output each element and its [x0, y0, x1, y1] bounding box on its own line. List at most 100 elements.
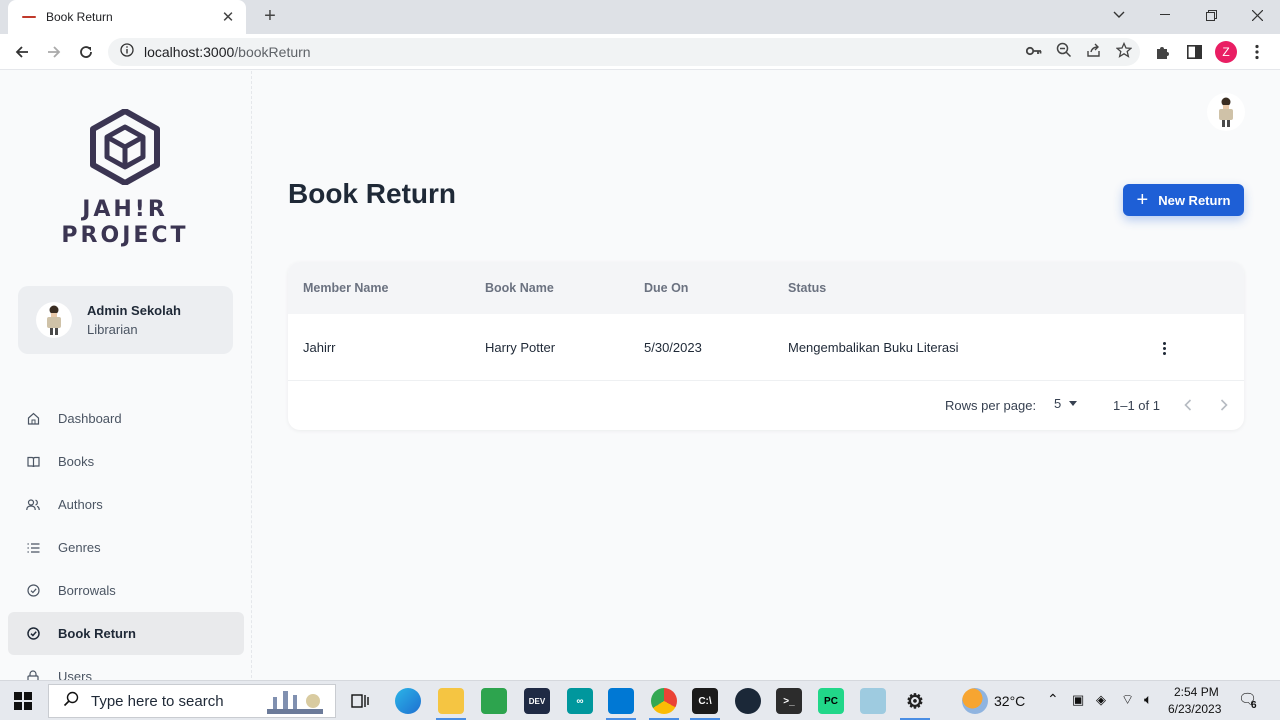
back-button[interactable]	[10, 40, 34, 64]
logo-text-line2: PROJECT	[61, 223, 189, 248]
sidebar-item-book-return[interactable]: Book Return	[8, 612, 244, 655]
browser-tab[interactable]: Book Return ✕	[8, 0, 246, 34]
forward-button[interactable]	[42, 40, 66, 64]
wifi-icon[interactable]: ⌔	[1121, 691, 1134, 709]
notepad-icon[interactable]	[860, 688, 886, 714]
share-icon[interactable]	[1086, 42, 1102, 63]
logo-mark-icon	[90, 109, 160, 185]
key-icon[interactable]	[1025, 43, 1042, 61]
sidebar-item-genres[interactable]: Genres	[8, 526, 244, 569]
sidebar-item-label: Authors	[58, 497, 103, 512]
notification-count: 6	[1251, 700, 1257, 711]
terminal-icon[interactable]: >_	[776, 688, 802, 714]
column-header-book[interactable]: Book Name	[485, 281, 554, 295]
sidebar-item-label: Books	[58, 454, 95, 469]
profile-avatar-button[interactable]: Z	[1214, 40, 1238, 64]
rows-per-page-value: 5	[1054, 396, 1062, 411]
reload-button[interactable]	[74, 40, 98, 64]
money-app-icon[interactable]	[481, 688, 507, 714]
taskbar-search-box[interactable]: Type here to search	[48, 684, 336, 718]
sidebar-item-label: Borrowals	[58, 583, 116, 598]
list-icon	[26, 541, 40, 555]
table-pagination: Rows per page: 5 1–1 of 1	[288, 381, 1244, 429]
clock-date[interactable]: 6/23/2023	[1168, 702, 1221, 716]
sidebar-item-dashboard[interactable]: Dashboard	[8, 397, 244, 440]
row-actions-icon[interactable]	[1150, 338, 1178, 358]
rows-per-page-label: Rows per page:	[945, 398, 1037, 413]
favicon-icon	[22, 14, 36, 20]
extensions-icon[interactable]	[1150, 40, 1174, 64]
sidebar-item-users[interactable]: Users	[8, 655, 244, 683]
chrome-icon[interactable]	[651, 688, 677, 714]
taskbar-search-placeholder: Type here to search	[91, 692, 224, 710]
new-tab-button[interactable]: +	[259, 5, 281, 27]
sidebar-nav: Dashboard Books Authors Genres Borrowals…	[8, 397, 244, 683]
windows-taskbar: Type here to search DEV ∞ C:\ >_ PC ⚙ 32…	[0, 680, 1280, 720]
pycharm-icon[interactable]: PC	[818, 688, 844, 714]
cmd-icon[interactable]: C:\	[692, 688, 718, 714]
url-text: localhost:3000/bookReturn	[144, 44, 311, 60]
app-logo[interactable]: JAH!R PROJECT	[52, 109, 198, 249]
tab-close-icon[interactable]: ✕	[220, 8, 236, 26]
plus-icon: +	[1136, 189, 1149, 211]
edge-browser-icon[interactable]	[395, 688, 421, 714]
zoom-icon[interactable]	[1056, 42, 1072, 63]
new-return-label: New Return	[1158, 192, 1231, 208]
address-bar[interactable]: localhost:3000/bookReturn	[108, 38, 1140, 66]
pagination-range: 1–1 of 1	[1113, 398, 1160, 413]
profile-initial: Z	[1215, 41, 1237, 63]
sidebar-item-label: Book Return	[58, 626, 136, 641]
browser-toolbar: localhost:3000/bookReturn Z	[0, 34, 1280, 70]
vscode-icon[interactable]	[608, 688, 634, 714]
weather-temperature[interactable]: 32°C	[994, 693, 1025, 709]
restore-button[interactable]	[1188, 0, 1234, 30]
tab-search-icon[interactable]	[1096, 0, 1142, 30]
tray-security-icon[interactable]: ◈	[1096, 692, 1106, 708]
arduino-icon[interactable]: ∞	[567, 688, 593, 714]
user-figure-icon	[47, 305, 61, 335]
volume-icon[interactable]: 🔈︎	[1144, 691, 1152, 708]
tab-title: Book Return	[46, 10, 113, 24]
rows-per-page-select[interactable]: 5	[1054, 396, 1078, 411]
tray-chevron-icon[interactable]: ⌃	[1047, 691, 1059, 708]
cell-member: Jahirr	[303, 339, 336, 355]
steam-icon[interactable]	[735, 688, 761, 714]
dev-cpp-icon[interactable]: DEV	[524, 688, 550, 714]
windows-start-button[interactable]	[14, 692, 32, 710]
returns-table-card: Member Name Book Name Due On Status Jahi…	[288, 262, 1244, 430]
account-role: Librarian	[87, 322, 138, 337]
sidebar-item-books[interactable]: Books	[8, 440, 244, 483]
sidebar-item-borrowals[interactable]: Borrowals	[8, 569, 244, 612]
settings-gear-icon[interactable]: ⚙	[902, 688, 928, 714]
cell-status: Mengembalikan Buku Literasi	[788, 339, 959, 355]
header-avatar[interactable]	[1207, 93, 1245, 131]
column-header-due[interactable]: Due On	[644, 281, 688, 295]
table-header: Member Name Book Name Due On Status	[288, 262, 1244, 314]
minimize-button[interactable]	[1142, 0, 1188, 30]
file-explorer-icon[interactable]	[438, 688, 464, 714]
avatar	[36, 302, 72, 338]
previous-page-button[interactable]	[1178, 395, 1198, 415]
sidebar-item-label: Genres	[58, 540, 101, 555]
menu-kebab-icon[interactable]	[1245, 40, 1269, 64]
account-card[interactable]: Admin Sekolah Librarian	[18, 286, 233, 354]
tray-app-icon[interactable]: ▣	[1072, 692, 1084, 708]
table-row[interactable]: Jahirr Harry Potter 5/30/2023 Mengembali…	[288, 314, 1244, 381]
clock-time[interactable]: 2:54 PM	[1174, 685, 1219, 699]
column-header-member[interactable]: Member Name	[303, 281, 388, 295]
browser-tabstrip: Book Return ✕ +	[0, 0, 1280, 34]
new-return-button[interactable]: + New Return	[1123, 184, 1244, 216]
side-panel-icon[interactable]	[1182, 40, 1206, 64]
task-view-icon[interactable]	[347, 688, 373, 714]
page-title: Book Return	[288, 178, 456, 209]
users-icon	[26, 498, 40, 512]
column-header-status[interactable]: Status	[788, 281, 826, 295]
search-icon	[63, 691, 79, 711]
weather-icon[interactable]	[962, 688, 988, 714]
close-window-button[interactable]	[1234, 0, 1280, 30]
book-icon	[26, 455, 40, 469]
info-icon[interactable]	[120, 42, 134, 62]
next-page-button[interactable]	[1214, 395, 1234, 415]
bookmark-star-icon[interactable]	[1115, 41, 1133, 63]
sidebar-item-authors[interactable]: Authors	[8, 483, 244, 526]
